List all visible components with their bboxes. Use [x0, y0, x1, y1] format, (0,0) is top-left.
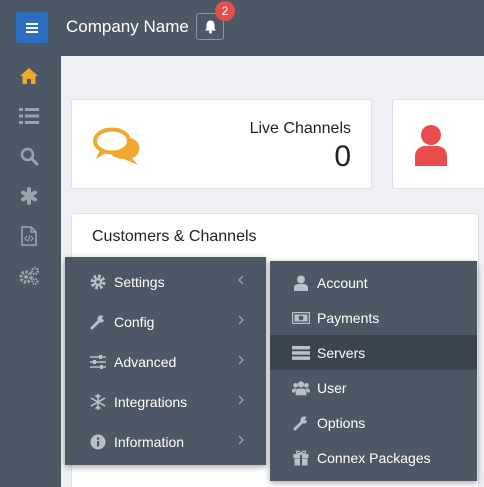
live-channels-label: Live Channels — [249, 120, 351, 137]
submenu-item-options[interactable]: Options — [270, 405, 477, 440]
menu-item-label: Advanced — [114, 353, 177, 370]
menu-item-label: Config — [114, 313, 155, 330]
chevron-right-icon — [238, 315, 244, 325]
panel-title: Customers & Channels — [92, 228, 257, 245]
submenu-item-payments[interactable]: Payments — [270, 300, 477, 335]
top-bar: Company Name 2 — [0, 0, 484, 56]
live-channels-value: 0 — [334, 140, 351, 173]
menu-item-label: Integrations — [114, 393, 188, 410]
code-file-icon[interactable] — [17, 224, 41, 248]
sidebar — [0, 56, 61, 487]
menu-item-information[interactable]: Information — [65, 424, 266, 459]
money-icon — [292, 309, 310, 327]
wrench-icon — [292, 414, 310, 432]
submenu-item-account[interactable]: Account — [270, 265, 477, 300]
settings-dropdown-menu: Settings Config Advanced Integrations In… — [65, 257, 266, 465]
server-icon — [292, 344, 310, 362]
snowflake-icon — [89, 393, 107, 411]
chevron-right-icon — [238, 355, 244, 365]
user-icon — [415, 125, 447, 166]
submenu-item-label: Servers — [317, 344, 366, 361]
menu-item-integrations[interactable]: Integrations — [65, 384, 266, 419]
users-card — [392, 99, 484, 189]
menu-item-config[interactable]: Config — [65, 304, 266, 339]
menu-item-settings[interactable]: Settings — [65, 264, 266, 299]
submenu-item-user[interactable]: User — [270, 370, 477, 405]
chevron-right-icon — [238, 435, 244, 445]
bell-icon — [204, 20, 216, 34]
submenu-item-label: Connex Packages — [317, 449, 431, 466]
search-icon[interactable] — [17, 144, 41, 168]
sliders-icon — [89, 353, 107, 371]
submenu-item-label: Payments — [317, 309, 380, 326]
submenu-item-label: Options — [317, 414, 366, 431]
chevron-right-icon — [238, 395, 244, 405]
hamburger-icon — [26, 22, 38, 33]
menu-item-label: Information — [114, 433, 185, 450]
user-icon — [292, 274, 310, 292]
list-icon[interactable] — [17, 104, 41, 128]
home-icon[interactable] — [17, 64, 41, 88]
gift-icon — [292, 449, 310, 467]
info-icon — [89, 433, 107, 451]
menu-item-advanced[interactable]: Advanced — [65, 344, 266, 379]
submenu-item-label: User — [317, 379, 347, 396]
company-name[interactable]: Company Name — [66, 17, 189, 37]
comments-icon — [93, 127, 140, 165]
submenu-item-servers[interactable]: Servers — [270, 335, 477, 370]
asterisk-icon[interactable] — [17, 184, 41, 208]
users-icon — [292, 379, 310, 397]
notification-count-badge: 2 — [215, 1, 235, 21]
gears-icon[interactable] — [17, 264, 41, 288]
chevron-left-icon — [238, 275, 244, 285]
submenu-item-connex-packages[interactable]: Connex Packages — [270, 440, 477, 475]
menu-toggle-button[interactable] — [16, 12, 48, 43]
menu-item-label: Settings — [114, 273, 165, 290]
settings-submenu: Account Payments Servers User Options Co… — [270, 261, 477, 481]
wrench-icon — [89, 313, 107, 331]
submenu-item-label: Account — [317, 274, 368, 291]
gear-icon — [89, 273, 107, 291]
live-channels-card: Live Channels 0 — [71, 99, 372, 189]
